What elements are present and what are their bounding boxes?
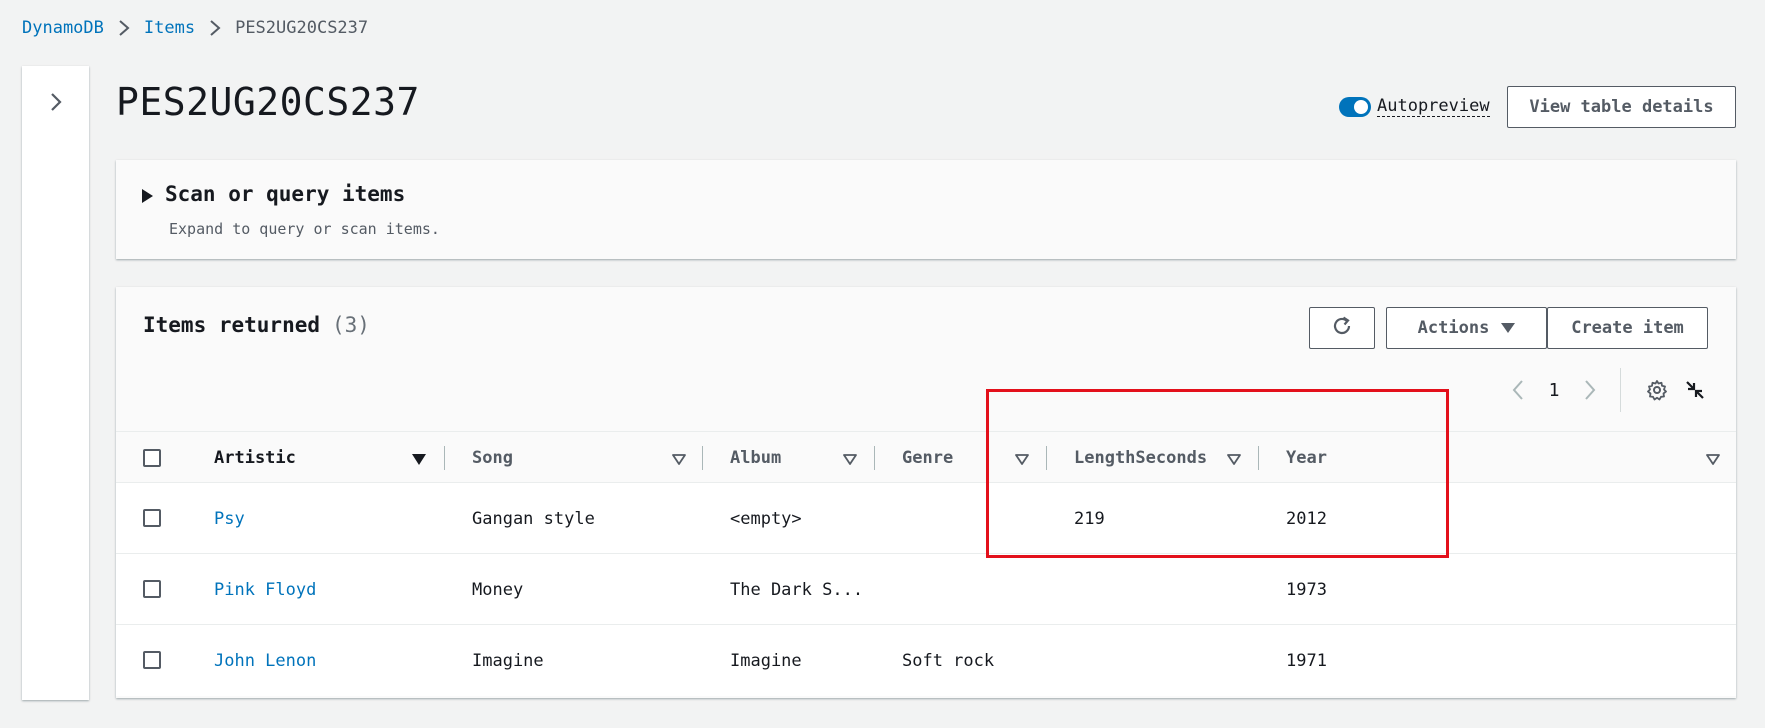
caret-down-icon bbox=[1501, 323, 1516, 333]
column-header-year[interactable]: Year bbox=[1286, 432, 1327, 484]
actions-label: Actions bbox=[1417, 318, 1490, 338]
column-header-artistic[interactable]: Artistic bbox=[214, 432, 296, 484]
row-checkbox[interactable] bbox=[143, 651, 161, 669]
chevron-right-icon bbox=[209, 19, 221, 37]
pager-divider bbox=[1620, 368, 1621, 412]
toggle-switch[interactable] bbox=[1339, 96, 1371, 117]
column-divider[interactable] bbox=[444, 446, 445, 470]
caret-right-icon bbox=[142, 189, 153, 203]
cell-artistic-link[interactable]: Psy bbox=[214, 483, 245, 554]
sort-icon[interactable] bbox=[1227, 451, 1241, 470]
cell-year: 1971 bbox=[1286, 650, 1327, 671]
sort-icon[interactable] bbox=[672, 451, 686, 470]
column-header-lengthseconds[interactable]: LengthSeconds bbox=[1074, 432, 1207, 484]
column-divider[interactable] bbox=[1258, 446, 1259, 470]
table-row: John Lenon Imagine Imagine Soft rock 197… bbox=[116, 625, 1736, 696]
column-divider[interactable] bbox=[1046, 446, 1047, 470]
breadcrumb-dynamodb[interactable]: DynamoDB bbox=[22, 18, 104, 38]
cell-genre: Soft rock bbox=[902, 650, 995, 671]
breadcrumb-items[interactable]: Items bbox=[144, 18, 195, 38]
breadcrumb: DynamoDB Items PES2UG20CS237 bbox=[22, 18, 368, 38]
refresh-icon bbox=[1331, 315, 1353, 342]
cell-song: Money bbox=[472, 579, 524, 600]
cell-lengthseconds: 219 bbox=[1074, 508, 1105, 529]
cell-artistic-link[interactable]: Pink Floyd bbox=[214, 554, 316, 625]
sort-icon[interactable] bbox=[1015, 451, 1029, 470]
cell-song: Gangan style bbox=[472, 508, 595, 529]
table-header: Artistic Song Album Genre LengthSeconds bbox=[116, 431, 1736, 483]
previous-page-icon[interactable] bbox=[1506, 379, 1530, 401]
autopreview-toggle[interactable]: Autopreview bbox=[1339, 96, 1490, 117]
table-row: Psy Gangan style <empty> 219 2012 bbox=[116, 483, 1736, 554]
row-checkbox[interactable] bbox=[143, 509, 161, 527]
scan-query-description: Expand to query or scan items. bbox=[169, 220, 440, 238]
pagination: 1 bbox=[1506, 368, 1711, 412]
select-all-checkbox[interactable] bbox=[143, 449, 161, 467]
row-checkbox[interactable] bbox=[143, 580, 161, 598]
expand-navigation-button[interactable] bbox=[42, 90, 70, 118]
autopreview-label[interactable]: Autopreview bbox=[1377, 96, 1490, 117]
column-header-song[interactable]: Song bbox=[472, 432, 513, 484]
page-title: PES2UG20CS237 bbox=[116, 80, 420, 124]
breadcrumb-current: PES2UG20CS237 bbox=[235, 18, 369, 38]
items-title: Items returned bbox=[143, 313, 321, 337]
items-table: Artistic Song Album Genre LengthSeconds bbox=[116, 431, 1736, 696]
settings-gear-icon[interactable] bbox=[1641, 374, 1673, 406]
column-header-album[interactable]: Album bbox=[730, 432, 781, 484]
cell-album: Imagine bbox=[730, 650, 802, 671]
items-returned-panel: Items returned (3) Actions Create item 1 bbox=[116, 287, 1736, 698]
cell-album: <empty> bbox=[730, 508, 802, 529]
scan-query-panel: Scan or query items Expand to query or s… bbox=[116, 160, 1736, 259]
view-table-details-button[interactable]: View table details bbox=[1507, 86, 1736, 128]
items-header: Items returned (3) bbox=[143, 313, 370, 337]
column-header-genre[interactable]: Genre bbox=[902, 432, 953, 484]
scan-query-title[interactable]: Scan or query items bbox=[165, 182, 405, 206]
page-number[interactable]: 1 bbox=[1530, 380, 1578, 401]
sort-descending-icon[interactable] bbox=[412, 451, 426, 470]
sort-icon[interactable] bbox=[843, 451, 857, 470]
chevron-right-icon bbox=[49, 91, 63, 117]
toggle-knob bbox=[1354, 99, 1368, 114]
column-divider[interactable] bbox=[874, 446, 875, 470]
collapse-icon[interactable] bbox=[1679, 374, 1711, 406]
sort-icon[interactable] bbox=[1706, 451, 1720, 470]
side-navigation-rail bbox=[22, 66, 89, 700]
cell-year: 1973 bbox=[1286, 579, 1327, 600]
cell-song: Imagine bbox=[472, 650, 544, 671]
cell-artistic-link[interactable]: John Lenon bbox=[214, 625, 316, 696]
create-item-button[interactable]: Create item bbox=[1547, 307, 1708, 349]
cell-album: The Dark S... bbox=[730, 579, 864, 600]
next-page-icon[interactable] bbox=[1578, 379, 1602, 401]
actions-dropdown-button[interactable]: Actions bbox=[1386, 307, 1547, 349]
refresh-button[interactable] bbox=[1309, 307, 1375, 349]
cell-year: 2012 bbox=[1286, 508, 1327, 529]
scan-query-expander[interactable]: Scan or query items bbox=[142, 182, 405, 206]
table-row: Pink Floyd Money The Dark S... 1973 bbox=[116, 554, 1736, 625]
column-divider[interactable] bbox=[702, 446, 703, 470]
chevron-right-icon bbox=[118, 19, 130, 37]
items-count: (3) bbox=[332, 313, 370, 337]
